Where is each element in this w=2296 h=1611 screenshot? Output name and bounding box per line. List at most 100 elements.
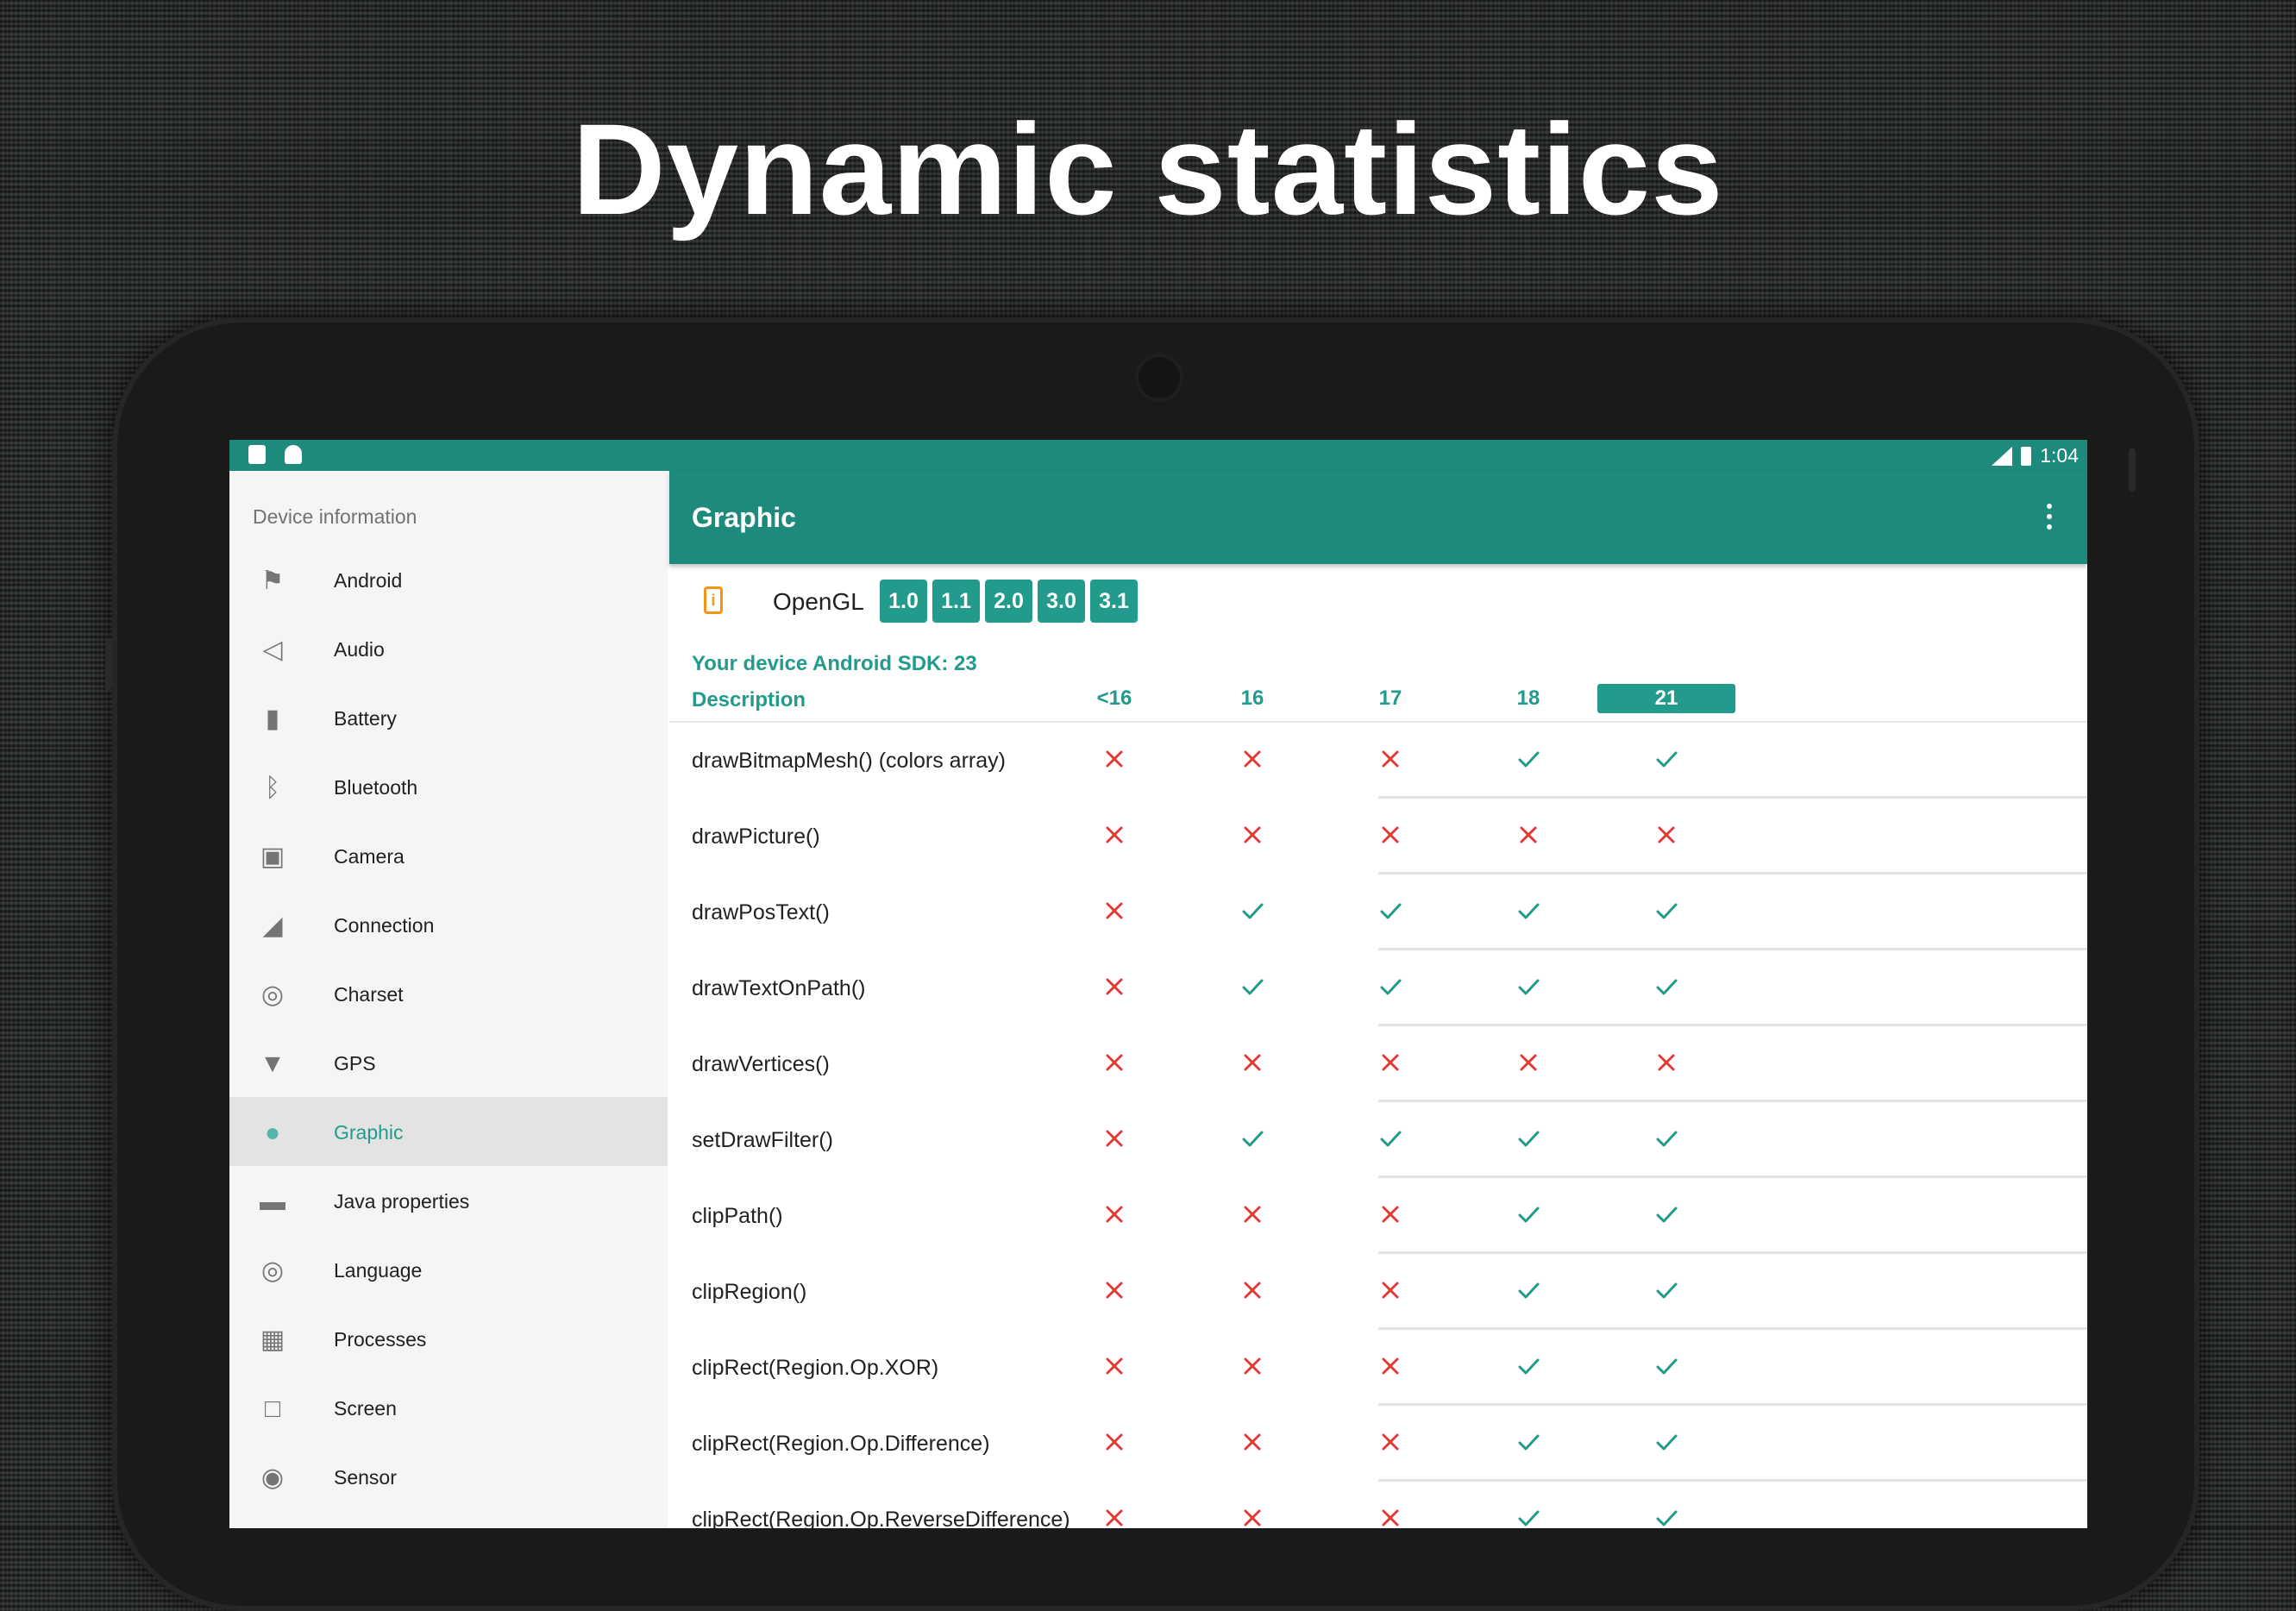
sidebar-item-label: Processes	[334, 1328, 427, 1351]
cross-icon	[1244, 1054, 1261, 1071]
sensor-icon: ◉	[260, 1464, 285, 1492]
check-icon	[1518, 1434, 1540, 1451]
sidebar-item-label: Bluetooth	[334, 776, 418, 799]
check-icon	[1242, 903, 1264, 919]
description-header: Description	[692, 688, 806, 711]
app-bar: Graphic	[669, 471, 2087, 564]
sidebar-item-language[interactable]: ◎ Language	[229, 1235, 668, 1304]
headline: Dynamic statistics	[572, 97, 1724, 241]
check-icon	[1242, 1131, 1264, 1147]
sidebar-item-graphic[interactable]: ● Graphic	[229, 1097, 668, 1166]
sidebar-item-battery[interactable]: ▮ Battery	[229, 683, 668, 752]
sidebar-item-screen[interactable]: □ Screen	[229, 1373, 668, 1442]
table-row: clipRegion()	[669, 1254, 2087, 1330]
globe-icon: ◎	[260, 981, 285, 1009]
check-icon	[1656, 979, 1678, 995]
check-icon	[1518, 1131, 1540, 1147]
cross-icon	[1244, 1433, 1261, 1451]
check-icon	[1380, 1131, 1402, 1147]
cross-icon	[1106, 1282, 1123, 1299]
sidebar-item-label: GPS	[334, 1052, 376, 1075]
drawer-header: Device information	[253, 505, 417, 528]
cross-icon	[1106, 826, 1123, 843]
method-name: drawVertices()	[692, 1052, 830, 1076]
cross-icon	[1244, 750, 1261, 768]
sidebar-item-processes[interactable]: ▦ Processes	[229, 1304, 668, 1373]
check-icon	[1656, 1358, 1678, 1375]
cross-icon	[1658, 1054, 1675, 1071]
table-row: drawPicture()	[669, 799, 2087, 874]
table-row: clipRect(Region.Op.ReverseDifference)	[669, 1482, 2087, 1528]
sidebar-item-bluetooth[interactable]: ᛒ Bluetooth	[229, 752, 668, 821]
version-column-header: <16	[1096, 686, 1132, 710]
status-time: 1:04	[2040, 444, 2079, 467]
cross-icon	[1244, 1282, 1261, 1299]
method-name: clipRect(Region.Op.Difference)	[692, 1432, 990, 1456]
signal-icon	[1992, 446, 2013, 466]
version-column-header: 17	[1378, 686, 1402, 710]
method-name: clipRegion()	[692, 1280, 807, 1304]
graphic-content: i OpenGL 1.0 1.1 2.0 3.0 3.1 Your device And…	[669, 564, 2087, 1528]
camera-icon: ▣	[260, 843, 285, 871]
check-icon	[1380, 903, 1402, 919]
sidebar-item-label: Android	[334, 569, 403, 592]
opengl-version-badge: 2.0	[985, 580, 1032, 623]
method-name: drawPicture()	[692, 824, 820, 849]
version-column-header: 16	[1240, 686, 1264, 710]
opengl-version-badge: 3.1	[1090, 580, 1138, 623]
location-pin-icon: ▼	[260, 1050, 285, 1078]
android-icon: ⚑	[260, 567, 285, 595]
navigation-drawer: Device information ⚑ Android ◁ Audio ▮ Batter…	[229, 471, 668, 1528]
check-icon	[1518, 1282, 1540, 1299]
cross-icon	[1244, 1206, 1261, 1223]
check-icon	[1656, 1434, 1678, 1451]
method-name: drawPosText()	[692, 900, 830, 925]
screen: 1:04 Device information ⚑ Android ◁ Audio ▮ B…	[229, 440, 2087, 1528]
sidebar-item-label: Language	[334, 1259, 423, 1282]
status-bar: 1:04	[229, 440, 2087, 471]
method-name: drawBitmapMesh() (colors array)	[692, 749, 1006, 773]
method-name: setDrawFilter()	[692, 1128, 833, 1152]
chip-icon: ▦	[260, 1326, 285, 1354]
table-row: drawVertices()	[669, 1026, 2087, 1102]
sidebar-item-java-properties[interactable]: ▬ Java properties	[229, 1166, 668, 1235]
table-row: clipRect(Region.Op.Difference)	[669, 1406, 2087, 1482]
cross-icon	[1106, 978, 1123, 995]
sidebar-item-label: Charset	[334, 983, 404, 1006]
table-row: drawTextOnPath()	[669, 950, 2087, 1026]
cross-icon	[1382, 1206, 1399, 1223]
side-button	[2129, 448, 2136, 492]
page-title: Graphic	[692, 502, 796, 533]
sd-card-icon	[248, 445, 266, 464]
sidebar-item-connection[interactable]: ◢ Connection	[229, 890, 668, 959]
opengl-version-badge: 3.0	[1038, 580, 1085, 623]
method-name: clipPath()	[692, 1204, 783, 1228]
method-name: clipRect(Region.Op.ReverseDifference)	[692, 1508, 1070, 1528]
sdk-version-text: Your device Android SDK: 23	[692, 652, 977, 675]
sidebar-item-label: Sensor	[334, 1466, 397, 1489]
sidebar-item-label: Screen	[334, 1397, 397, 1420]
cross-icon	[1106, 1509, 1123, 1526]
check-icon	[1656, 903, 1678, 919]
method-name: clipRect(Region.Op.XOR)	[692, 1356, 939, 1380]
sidebar-item-gps[interactable]: ▼ GPS	[229, 1028, 668, 1097]
version-column-header: 18	[1516, 686, 1540, 710]
battery-icon: ▮	[265, 705, 280, 733]
volume-icon: ◁	[262, 636, 283, 664]
opengl-version-badge: 1.0	[880, 580, 927, 623]
sidebar-item-sensor[interactable]: ◉ Sensor	[229, 1442, 668, 1511]
sidebar-item-android[interactable]: ⚑ Android	[229, 545, 668, 614]
sidebar-item-charset[interactable]: ◎ Charset	[229, 959, 668, 1028]
check-icon	[1518, 1207, 1540, 1223]
check-icon	[1656, 1282, 1678, 1299]
overflow-menu-icon[interactable]	[2046, 504, 2053, 530]
check-icon	[1518, 903, 1540, 919]
cross-icon	[1382, 1357, 1399, 1375]
info-icon[interactable]: i	[704, 586, 723, 614]
sidebar-item-audio[interactable]: ◁ Audio	[229, 614, 668, 683]
cross-icon	[1658, 826, 1675, 843]
check-icon	[1518, 1510, 1540, 1526]
sidebar-item-camera[interactable]: ▣ Camera	[229, 821, 668, 890]
cross-icon	[1382, 1054, 1399, 1071]
battery-status-icon	[2021, 446, 2032, 466]
